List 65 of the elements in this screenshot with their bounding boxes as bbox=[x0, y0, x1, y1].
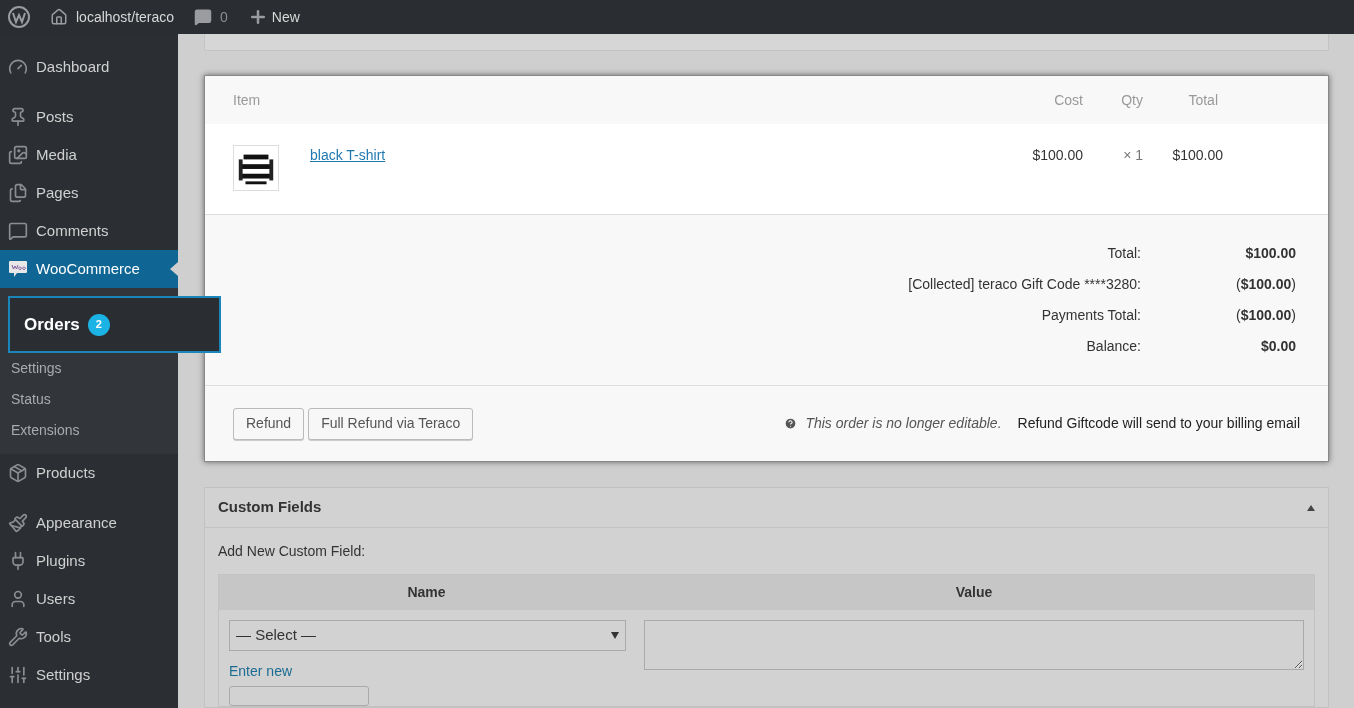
total-label: Balance: bbox=[1085, 337, 1141, 356]
product-link[interactable]: black T-shirt bbox=[310, 147, 386, 163]
sliders-icon bbox=[8, 665, 28, 685]
box-icon bbox=[8, 463, 28, 483]
total-label: Total: bbox=[1106, 244, 1141, 263]
panel-title: Custom Fields bbox=[218, 497, 323, 518]
column-header: Name bbox=[406, 583, 447, 602]
menu-item[interactable]: Dashboard bbox=[0, 48, 178, 86]
submenu-item[interactable]: Status bbox=[0, 384, 178, 415]
refund-button[interactable]: Refund bbox=[233, 407, 305, 440]
menu-item[interactable]: Users bbox=[0, 580, 178, 618]
menu-item[interactable]: Appearance bbox=[0, 504, 178, 542]
paintbrush-icon bbox=[8, 513, 28, 533]
menu-item[interactable]: Plugins bbox=[0, 542, 178, 580]
total-label: Payments Total: bbox=[1040, 306, 1141, 325]
column-header: Cost bbox=[1053, 90, 1083, 110]
menu-item[interactable]: Tools bbox=[0, 618, 178, 656]
dashboard-icon bbox=[8, 57, 28, 77]
menu-item[interactable]: Settings bbox=[0, 656, 178, 694]
enter-new-link[interactable]: Enter new bbox=[229, 661, 626, 682]
media-icon bbox=[8, 145, 28, 165]
menu-item[interactable]: Media bbox=[0, 136, 178, 174]
total-value: ($100.00) bbox=[1235, 275, 1296, 294]
column-header: Qty bbox=[1120, 90, 1143, 110]
menu-item[interactable]: Products bbox=[0, 454, 178, 492]
column-header: Value bbox=[954, 583, 994, 602]
new-link[interactable]: New bbox=[247, 6, 300, 28]
submenu-item[interactable]: Settings bbox=[0, 353, 178, 384]
section-label: Add New Custom Field: bbox=[218, 542, 367, 561]
submenu-item[interactable]: Extensions bbox=[0, 415, 178, 446]
count-badge: 2 bbox=[87, 313, 110, 336]
site-link[interactable]: localhost/teraco bbox=[50, 6, 175, 28]
pages-icon bbox=[8, 183, 28, 203]
message-text: Refund Giftcode will send to your billing email bbox=[1017, 414, 1300, 433]
home-icon bbox=[50, 8, 68, 26]
refund-button[interactable]: Full Refund via Teraco bbox=[308, 407, 474, 440]
comments-link[interactable]: 0 bbox=[194, 6, 228, 28]
pointer-icon bbox=[170, 262, 178, 276]
value-field[interactable] bbox=[644, 620, 1304, 670]
speech-bubble-icon bbox=[8, 260, 28, 278]
wordpress-logo-icon bbox=[8, 6, 30, 28]
menu-item[interactable]: Comments bbox=[0, 212, 178, 250]
total-label: [Collected] teraco Gift Code ****3280: bbox=[907, 275, 1141, 294]
menu-item[interactable]: Posts bbox=[0, 98, 178, 136]
menu-item[interactable]: Pages bbox=[0, 174, 178, 212]
notice-text: This order is no longer editable. bbox=[805, 414, 1002, 433]
help-icon bbox=[784, 417, 798, 430]
wrench-icon bbox=[8, 627, 28, 647]
comment-icon bbox=[194, 8, 213, 26]
pin-icon bbox=[8, 107, 28, 127]
user-icon bbox=[8, 589, 28, 609]
name-select[interactable]: — Select — bbox=[229, 620, 626, 651]
column-header: Item bbox=[232, 90, 262, 110]
table-cell-text: × 1 bbox=[1122, 146, 1143, 165]
total-value: ($100.00) bbox=[1235, 306, 1296, 325]
total-value: $100.00 bbox=[1244, 244, 1296, 263]
submenu-item[interactable]: Orders 2 bbox=[8, 296, 221, 353]
comment-icon bbox=[8, 221, 28, 241]
total-value: $0.00 bbox=[1259, 337, 1296, 356]
caret-icon bbox=[611, 632, 619, 639]
table-cell-text: $100.00 bbox=[1171, 146, 1223, 165]
menu-item[interactable]: WooCommerce bbox=[0, 250, 178, 288]
table-cell-text: $100.00 bbox=[1031, 146, 1083, 165]
add-button[interactable] bbox=[229, 686, 369, 706]
column-header: Total bbox=[1187, 90, 1218, 110]
